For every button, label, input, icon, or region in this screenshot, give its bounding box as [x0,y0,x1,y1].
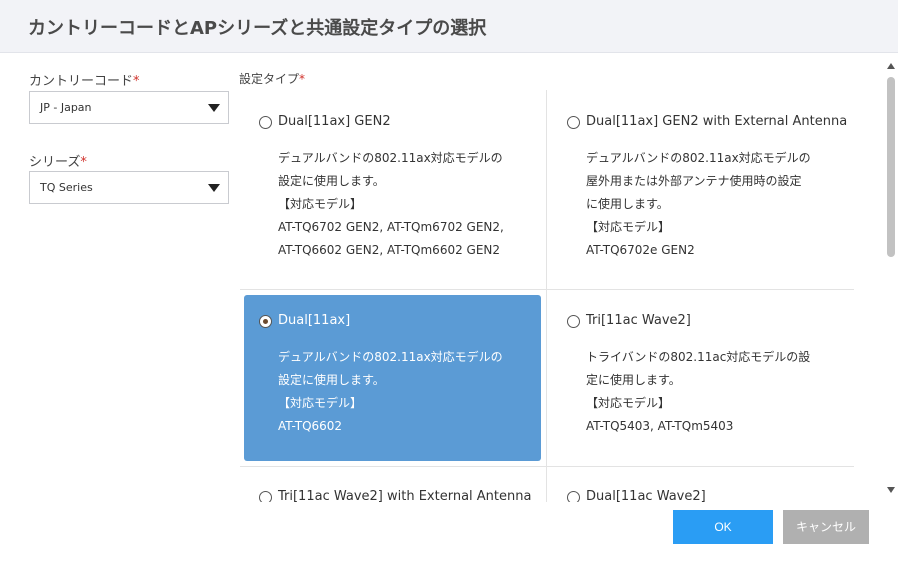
desc-line: AT-TQ6702e GEN2 [586,243,695,257]
option-title: Dual[11ax] [278,313,351,328]
dialog-header: カントリーコードとAPシリーズと共通設定タイプの選択 [0,0,898,53]
desc-line: 設定に使用します。 [278,174,385,188]
series-select-value: TQ Series [40,181,93,194]
country-label-text: カントリーコード [29,74,134,89]
settings-type-label-text: 設定タイプ [239,72,300,86]
radio-button[interactable] [259,116,272,129]
radio-button-selected[interactable] [259,315,272,328]
caret-down-icon [208,104,220,112]
radio-button[interactable] [567,315,580,328]
settings-type-options: Dual[11ax] GEN2 デュアルバンドの802.11ax対応モデルの 設… [238,88,878,502]
desc-line: デュアルバンドの802.11ax対応モデルの [278,151,503,165]
desc-line: に使用します。 [586,197,669,211]
scroll-down-icon[interactable] [887,487,895,493]
required-mark: * [299,72,306,86]
radio-button[interactable] [567,491,580,502]
ok-button[interactable]: OK [673,510,773,544]
dialog-title: カントリーコードとAPシリーズと共通設定タイプの選択 [28,18,487,39]
caret-down-icon [208,184,220,192]
desc-line: AT-TQ6702 GEN2, AT-TQm6702 GEN2, [278,220,504,234]
option-description: デュアルバンドの802.11ax対応モデルの 設定に使用します。 【対応モデル】… [278,346,503,438]
required-mark: * [80,155,87,170]
desc-line: 【対応モデル】 [278,396,363,410]
option-title: Dual[11ax] GEN2 with External Antenna [586,114,848,129]
option-description: トライバンドの802.11ac対応モデルの設 定に使用します。 【対応モデル】 … [586,346,810,438]
scrollbar-thumb[interactable] [887,77,895,257]
required-mark: * [133,74,140,89]
option-title: Dual[11ax] GEN2 [278,114,391,129]
country-select[interactable]: JP - Japan [29,91,229,124]
option-title: Dual[11ac Wave2] [586,489,706,502]
option-description: デュアルバンドの802.11ax対応モデルの 屋外用または外部アンテナ使用時の設… [586,147,811,262]
scroll-up-icon[interactable] [887,63,895,69]
desc-line: AT-TQ6602 [278,419,343,433]
cancel-button[interactable]: キャンセル [783,510,869,544]
desc-line: デュアルバンドの802.11ax対応モデルの [586,151,811,165]
option-title: Tri[11ac Wave2] [586,313,691,328]
country-select-value: JP - Japan [40,101,92,114]
option-title: Tri[11ac Wave2] with External Antenna [278,489,532,502]
desc-line: 屋外用または外部アンテナ使用時の設定 [586,174,802,188]
series-label-text: シリーズ [29,155,81,170]
desc-line: 【対応モデル】 [278,197,363,211]
desc-line: トライバンドの802.11ac対応モデルの設 [586,350,811,364]
desc-line: 【対応モデル】 [586,220,671,234]
desc-line: 設定に使用します。 [278,373,385,387]
desc-line: 【対応モデル】 [586,396,671,410]
series-label: シリーズ* [29,151,87,170]
scrollbar[interactable] [884,60,898,496]
radio-button[interactable] [259,491,272,502]
desc-line: AT-TQ5403, AT-TQm5403 [586,419,734,433]
desc-line: AT-TQ6602 GEN2, AT-TQm6602 GEN2 [278,243,501,257]
desc-line: デュアルバンドの802.11ax対応モデルの [278,350,503,364]
series-select[interactable]: TQ Series [29,171,229,204]
country-label: カントリーコード* [29,70,140,89]
desc-line: 定に使用します。 [586,373,681,387]
radio-button[interactable] [567,116,580,129]
settings-type-label: 設定タイプ* [239,70,305,87]
option-description: デュアルバンドの802.11ax対応モデルの 設定に使用します。 【対応モデル】… [278,147,504,262]
